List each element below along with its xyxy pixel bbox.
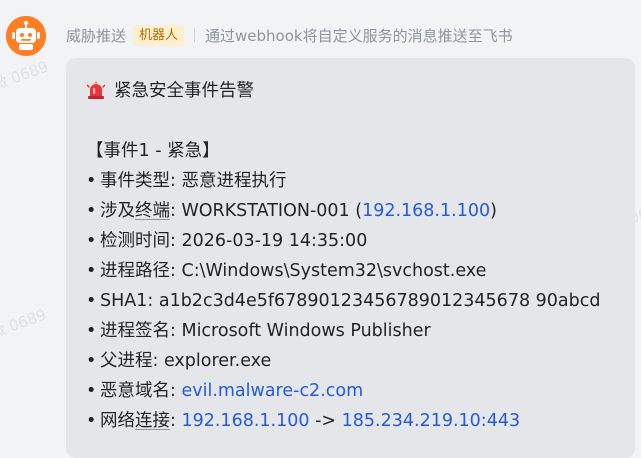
src-ip-link[interactable]: 192.168.1.100 — [181, 411, 309, 431]
ip-link[interactable]: 192.168.1.100 — [362, 201, 490, 221]
bullet: • — [86, 381, 97, 401]
field-label: 父进程 — [100, 351, 153, 371]
field-endpoint: • 涉及终端: WORKSTATION-001 (192.168.1.100) — [86, 196, 625, 226]
bot-avatar[interactable] — [6, 16, 46, 56]
watermark: 李知微 0689 — [0, 57, 51, 105]
field-label: 检测时间 — [100, 231, 170, 251]
field-value: explorer.exe — [163, 351, 272, 371]
bullet: • — [86, 201, 97, 221]
message-card: 紧急安全事件告警 【事件1 - 紧急】 • 事件类型: 恶意进程执行 • 涉及终端:… — [66, 58, 635, 458]
message-header: 威胁推送 机器人 通过webhook将自定义服务的消息推送至飞书 — [66, 22, 513, 48]
field-value: Microsoft Windows Publisher — [181, 321, 431, 341]
field-label-part: 网络 — [100, 411, 135, 431]
dst-ip-link[interactable]: 185.234.219.10:443 — [342, 411, 520, 431]
bullet: • — [86, 321, 97, 341]
field-parent-process: • 父进程: explorer.exe — [86, 346, 625, 376]
sender-name[interactable]: 威胁推送 — [66, 25, 126, 46]
alert-title-line: 紧急安全事件告警 — [86, 76, 625, 106]
field-value: 恶意进程执行 — [181, 171, 287, 191]
bullet: • — [86, 351, 97, 371]
message-content: 紧急安全事件告警 【事件1 - 紧急】 • 事件类型: 恶意进程执行 • 涉及终端:… — [86, 76, 625, 436]
header-divider — [194, 28, 196, 42]
arrow-text: -> — [315, 411, 337, 431]
bullet: • — [86, 171, 97, 191]
field-label-underlined: 连接 — [135, 411, 170, 431]
bullet: • — [86, 411, 97, 431]
bot-badge: 机器人 — [133, 24, 185, 46]
field-label: 恶意域名 — [100, 381, 170, 401]
field-process-path: • 进程路径: C:\Windows\System32\svchost.exe — [86, 256, 625, 286]
siren-icon — [86, 82, 106, 99]
bullet: • — [86, 231, 97, 251]
robot-icon — [6, 16, 46, 56]
field-signature: • 进程签名: Microsoft Windows Publisher — [86, 316, 625, 346]
bot-description: 通过webhook将自定义服务的消息推送至飞书 — [205, 26, 513, 45]
field-label: 进程路径 — [100, 261, 170, 281]
field-label: SHA1 — [100, 291, 148, 311]
field-event-type: • 事件类型: 恶意进程执行 — [86, 166, 625, 196]
bullet: • — [86, 291, 97, 311]
field-domain: • 恶意域名: evil.malware-c2.com — [86, 376, 625, 406]
watermark: 李知微 0689 — [0, 305, 49, 353]
field-sha1: • SHA1: a1b2c3d4e5f6789012345678901234567… — [86, 286, 625, 316]
field-label-part: 涉及 — [100, 201, 135, 221]
domain-link[interactable]: evil.malware-c2.com — [181, 381, 363, 401]
bullet: • — [86, 261, 97, 281]
field-detect-time: • 检测时间: 2026-03-19 14:35:00 — [86, 226, 625, 256]
field-label: 事件类型 — [100, 171, 170, 191]
field-label-underlined: 终端 — [135, 201, 170, 221]
field-network: • 网络连接: 192.168.1.100 -> 185.234.219.10:4… — [86, 406, 625, 436]
field-value: 2026-03-19 14:35:00 — [181, 231, 368, 251]
field-value: C:\Windows\System32\svchost.exe — [181, 261, 487, 281]
host-name: WORKSTATION-001 — [181, 201, 350, 221]
field-value: a1b2c3d4e5f67890123456789012345678 90abc… — [158, 291, 601, 311]
event-heading: 【事件1 - 紧急】 — [86, 141, 220, 161]
field-label: 进程签名 — [100, 321, 170, 341]
alert-title: 紧急安全事件告警 — [114, 81, 254, 101]
